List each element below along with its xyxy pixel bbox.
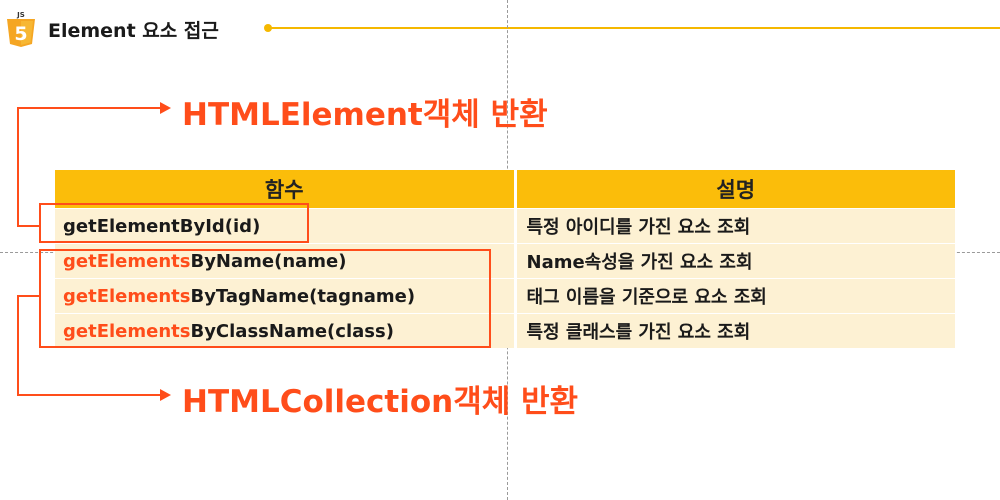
arrow-right-icon xyxy=(160,389,171,401)
header-description: 설명 xyxy=(513,170,955,209)
connector-line xyxy=(17,295,41,297)
highlight-box-getelementbyid xyxy=(39,203,309,243)
description-cell: Name속성을 가진 요소 조회 xyxy=(513,243,955,279)
highlight-box-getelements xyxy=(39,249,491,348)
arrow-right-icon xyxy=(160,102,171,114)
callout-htmlcollection: HTMLCollection객체 반환 xyxy=(182,384,579,420)
description-cell: 태그 이름을 기준으로 요소 조회 xyxy=(513,278,955,314)
description-cell: 특정 클래스를 가진 요소 조회 xyxy=(513,313,955,348)
js-shield-logo-icon: JS 5 xyxy=(7,11,35,47)
description-cell: 특정 아이디를 가진 요소 조회 xyxy=(513,208,955,244)
logo-number: 5 xyxy=(14,23,27,45)
logo-label: JS xyxy=(16,11,25,19)
connector-line xyxy=(17,295,19,396)
connector-line xyxy=(17,107,19,227)
connector-line xyxy=(17,107,162,109)
callout-htmlelement: HTMLElement객체 반환 xyxy=(182,97,548,133)
page-title: Element 요소 접근 xyxy=(48,20,219,42)
title-rule xyxy=(268,27,1000,29)
connector-line xyxy=(17,225,41,227)
connector-line xyxy=(17,394,162,396)
